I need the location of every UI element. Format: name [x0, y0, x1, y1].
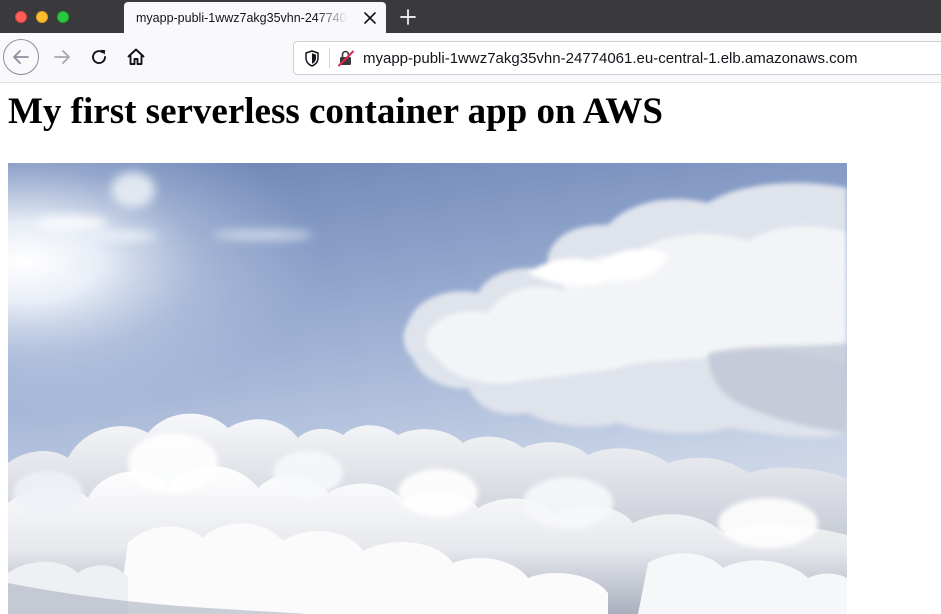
minimize-window-button[interactable]	[36, 10, 48, 23]
home-button[interactable]	[121, 42, 151, 72]
close-window-button[interactable]	[15, 10, 27, 23]
reload-button[interactable]	[84, 42, 114, 72]
browser-window: myapp-publi-1wwz7akg35vhn-24774061.eu-ce…	[0, 0, 941, 614]
sky-clouds-image	[8, 163, 847, 614]
address-bar-divider	[329, 48, 330, 68]
tab-strip: myapp-publi-1wwz7akg35vhn-24774061.eu-ce…	[0, 0, 941, 33]
window-controls	[0, 0, 108, 33]
page-content: My first serverless container app on AWS	[0, 83, 941, 614]
close-icon[interactable]	[362, 10, 378, 26]
address-bar[interactable]: myapp-publi-1wwz7akg35vhn-24774061.eu-ce…	[293, 41, 941, 75]
insecure-lock-icon[interactable]	[335, 47, 357, 69]
page-heading: My first serverless container app on AWS	[8, 91, 663, 132]
home-icon	[127, 48, 145, 65]
back-arrow-icon	[13, 50, 29, 64]
maximize-window-button[interactable]	[57, 10, 69, 23]
shield-icon[interactable]	[301, 47, 323, 69]
plus-icon[interactable]	[392, 0, 424, 33]
reload-icon	[92, 49, 106, 64]
navigation-toolbar: myapp-publi-1wwz7akg35vhn-24774061.eu-ce…	[0, 33, 941, 83]
url-text[interactable]: myapp-publi-1wwz7akg35vhn-24774061.eu-ce…	[363, 50, 857, 67]
back-button[interactable]	[3, 39, 39, 75]
forward-button[interactable]	[47, 42, 77, 72]
tab-active[interactable]: myapp-publi-1wwz7akg35vhn-24774061.eu-ce…	[124, 2, 386, 33]
tab-title: myapp-publi-1wwz7akg35vhn-24774061.eu-ce…	[136, 10, 348, 25]
forward-arrow-icon	[54, 50, 70, 64]
